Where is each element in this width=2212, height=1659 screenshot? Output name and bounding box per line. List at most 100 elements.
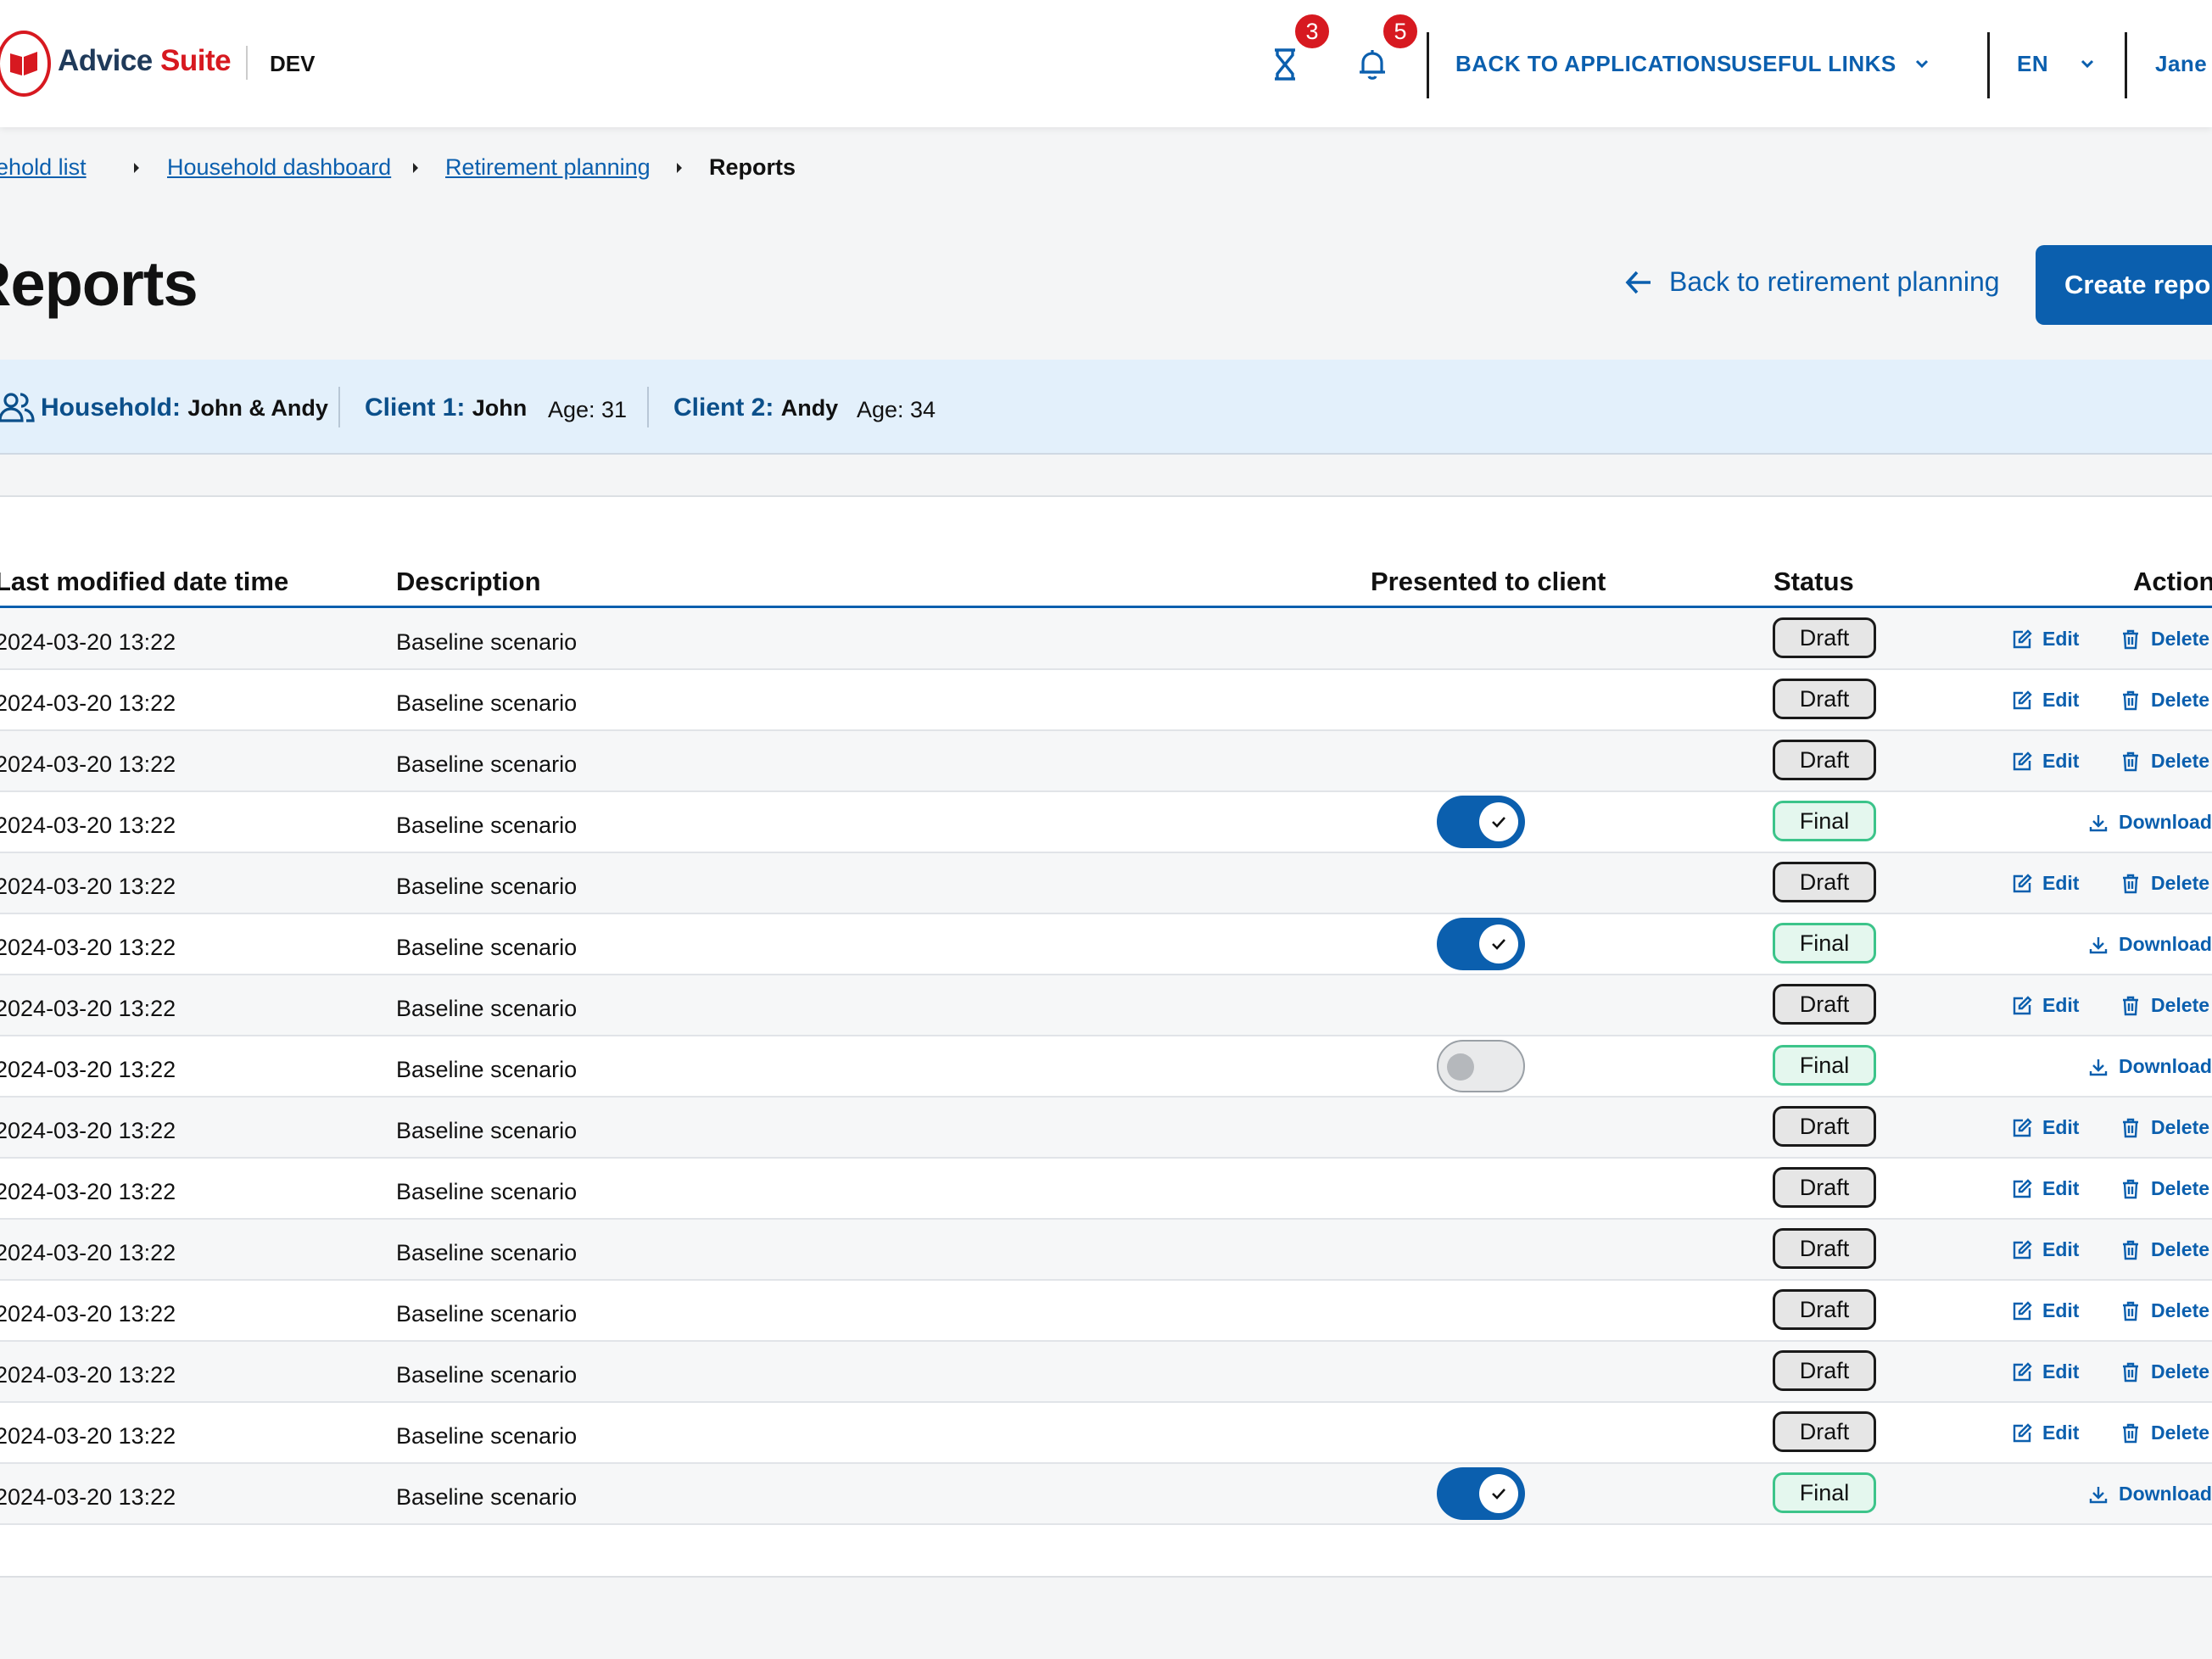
client1-age-value: Age: 31 [548,397,628,422]
cell-last-modified: 2024-03-20 13:22 [0,935,176,960]
client2-age-value: Age: 34 [857,397,936,422]
column-header-description[interactable]: Description [396,567,541,597]
delete-button[interactable]: Delete [2120,750,2209,773]
presented-to-client-toggle[interactable] [1437,918,1525,970]
delete-button[interactable]: Delete [2120,994,2209,1017]
download-icon [2088,935,2109,955]
reports-table: Last modified date time Description Pres… [0,495,2212,1578]
cell-last-modified: 2024-03-20 13:22 [0,690,176,716]
download-button[interactable]: Download [2088,811,2212,834]
page-title: Reports [0,249,198,319]
environment-label: DEV [270,51,316,76]
cell-last-modified: 2024-03-20 13:22 [0,1179,176,1204]
delete-button[interactable]: Delete [2120,1299,2209,1322]
status-badge: Draft [1773,1228,1876,1269]
language-selector[interactable]: EN [2017,51,2048,77]
bell-icon[interactable] [1352,44,1393,85]
delete-button[interactable]: Delete [2120,1238,2209,1261]
delete-label: Delete [2151,872,2210,894]
edit-button[interactable]: Edit [2012,1360,2079,1383]
status-badge: Draft [1773,1289,1876,1330]
presented-to-client-toggle[interactable] [1437,1040,1525,1092]
toggle-knob [1479,802,1518,841]
edit-icon [2012,690,2032,711]
delete-button[interactable]: Delete [2120,1177,2209,1200]
status-badge: Final [1773,1045,1876,1086]
edit-button[interactable]: Edit [2012,1299,2079,1322]
download-button[interactable]: Download [2088,1483,2212,1505]
column-header-presented[interactable]: Presented to client [1371,567,1606,597]
cell-description: Baseline scenario [396,1057,578,1082]
edit-button[interactable]: Edit [2012,1422,2079,1444]
delete-button[interactable]: Delete [2120,1360,2209,1383]
delete-button[interactable]: Delete [2120,689,2209,712]
edit-button[interactable]: Edit [2012,750,2079,773]
table-row: 2024-03-20 13:22 Baseline scenario Draft Ed… [0,1281,2212,1342]
download-label: Download [2119,1055,2212,1077]
breadcrumb-retirement-planning[interactable]: Retirement planning [445,154,651,181]
edit-button[interactable]: Edit [2012,872,2079,895]
cell-last-modified: 2024-03-20 13:22 [0,1118,176,1143]
delete-button[interactable]: Delete [2120,1116,2209,1139]
brand-name[interactable]: Advice Suite [58,44,232,78]
people-icon [0,393,35,422]
cell-description: Baseline scenario [396,1484,578,1510]
download-button[interactable]: Download [2088,1055,2212,1078]
edit-button[interactable]: Edit [2012,628,2079,651]
delete-button[interactable]: Delete [2120,872,2209,895]
create-report-button[interactable]: Create report [2036,245,2212,325]
column-header-status[interactable]: Status [1774,567,1854,597]
toggle-knob [1447,1053,1474,1081]
breadcrumb-separator [134,163,139,173]
edit-button[interactable]: Edit [2012,1238,2079,1261]
delete-label: Delete [2151,1116,2210,1138]
trash-icon [2120,1240,2141,1260]
cell-description: Baseline scenario [396,935,578,960]
back-link-label: Back to retirement planning [1669,266,2000,297]
cell-description: Baseline scenario [396,690,578,716]
column-header-date[interactable]: Last modified date time [0,567,288,597]
user-menu[interactable]: Jane D [2155,51,2212,77]
trash-icon [2120,996,2141,1016]
check-icon [1489,812,1509,832]
hourglass-icon[interactable] [1265,44,1305,85]
cell-last-modified: 2024-03-20 13:22 [0,996,176,1021]
breadcrumb-household-dashboard[interactable]: Household dashboard [167,154,391,181]
edit-icon [2012,628,2032,650]
column-header-actions: Actions [2133,567,2212,596]
table-row: 2024-03-20 13:22 Baseline scenario Draft Ed… [0,670,2212,731]
advice-suite-logo[interactable] [0,31,51,97]
chevron-down-icon[interactable] [1913,54,1931,73]
chevron-down-icon[interactable] [2078,54,2097,73]
edit-label: Edit [2042,689,2080,711]
delete-button[interactable]: Delete [2120,1422,2209,1444]
download-icon [2088,1484,2109,1505]
back-to-retirement-planning-link[interactable]: Back to retirement planning [1623,266,2000,298]
delete-label: Delete [2151,1422,2210,1444]
useful-links-menu[interactable]: USEFUL LINKS [1731,51,1896,77]
edit-button[interactable]: Edit [2012,1116,2079,1139]
trash-icon [2120,1118,2141,1138]
delete-button[interactable]: Delete [2120,628,2209,651]
download-button[interactable]: Download [2088,933,2212,956]
cell-last-modified: 2024-03-20 13:22 [0,1484,176,1510]
presented-to-client-toggle[interactable] [1437,796,1525,848]
edit-button[interactable]: Edit [2012,689,2079,712]
edit-label: Edit [2042,628,2080,650]
edit-button[interactable]: Edit [2012,994,2079,1017]
edit-button[interactable]: Edit [2012,1177,2079,1200]
trash-icon [2120,629,2141,650]
cell-description: Baseline scenario [396,813,578,838]
breadcrumb-household-list[interactable]: Household list [0,154,87,181]
cell-description: Baseline scenario [396,1423,578,1449]
presented-to-client-toggle[interactable] [1437,1467,1525,1520]
status-badge: Final [1773,1472,1876,1513]
cell-description: Baseline scenario [396,1240,578,1265]
status-badge: Draft [1773,740,1876,780]
cell-last-modified: 2024-03-20 13:22 [0,1423,176,1449]
status-badge: Draft [1773,679,1876,719]
back-to-applications-link[interactable]: BACK TO APPLICATIONS [1455,51,1732,77]
table-row: 2024-03-20 13:22 Baseline scenario Draft Ed… [0,1403,2212,1464]
cell-description: Baseline scenario [396,996,578,1021]
cell-description: Baseline scenario [396,1118,578,1143]
